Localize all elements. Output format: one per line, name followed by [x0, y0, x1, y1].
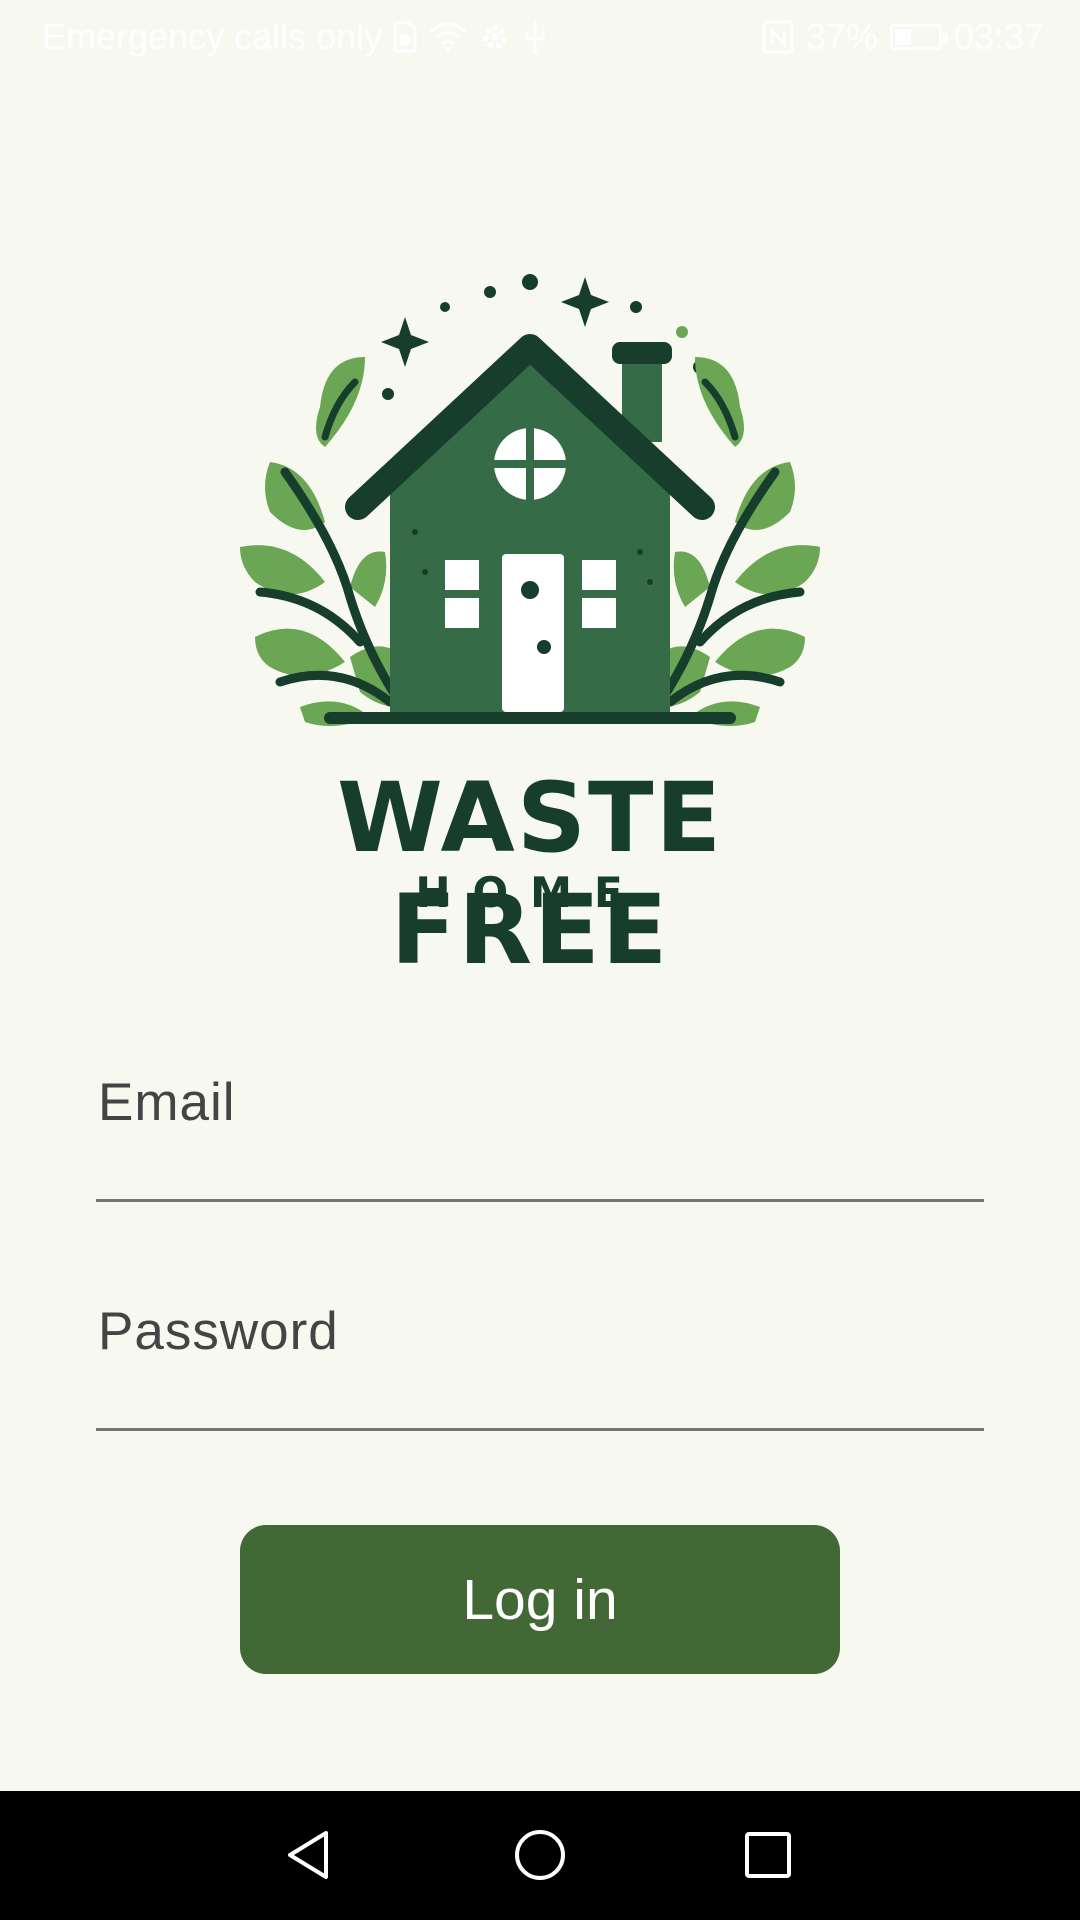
status-time: 03:37	[953, 16, 1044, 57]
status-left: Emergency calls only	[42, 16, 548, 58]
wifi-icon	[429, 22, 468, 53]
sim-icon	[393, 21, 417, 53]
recents-icon[interactable]	[738, 1825, 798, 1885]
settings-icon	[483, 25, 508, 49]
house-logo-icon	[240, 274, 820, 726]
email-field[interactable]: Email	[96, 1072, 988, 1202]
usb-icon	[525, 21, 545, 54]
navigation-bar	[0, 1791, 1080, 1920]
password-input[interactable]	[96, 1301, 988, 1430]
home-icon[interactable]	[510, 1825, 570, 1885]
nfc-icon	[762, 20, 794, 54]
email-input[interactable]	[96, 1072, 988, 1201]
battery-icon	[889, 24, 948, 50]
battery-fill	[894, 29, 911, 45]
login-button-label: Log in	[462, 1567, 618, 1632]
battery-cap	[942, 33, 948, 43]
password-field[interactable]: Password	[96, 1301, 988, 1431]
carrier-text: Emergency calls only	[42, 16, 383, 57]
login-button[interactable]: Log in	[240, 1525, 840, 1674]
battery-percent: 37%	[805, 16, 878, 57]
logo-subtitle: HOME	[415, 868, 645, 917]
status-bar: Emergency calls only 37% 03:37	[0, 0, 1080, 76]
status-right: 37% 03:37	[762, 16, 1044, 58]
app-logo: WASTE FREE HOME	[230, 262, 830, 986]
back-icon[interactable]	[280, 1825, 340, 1885]
